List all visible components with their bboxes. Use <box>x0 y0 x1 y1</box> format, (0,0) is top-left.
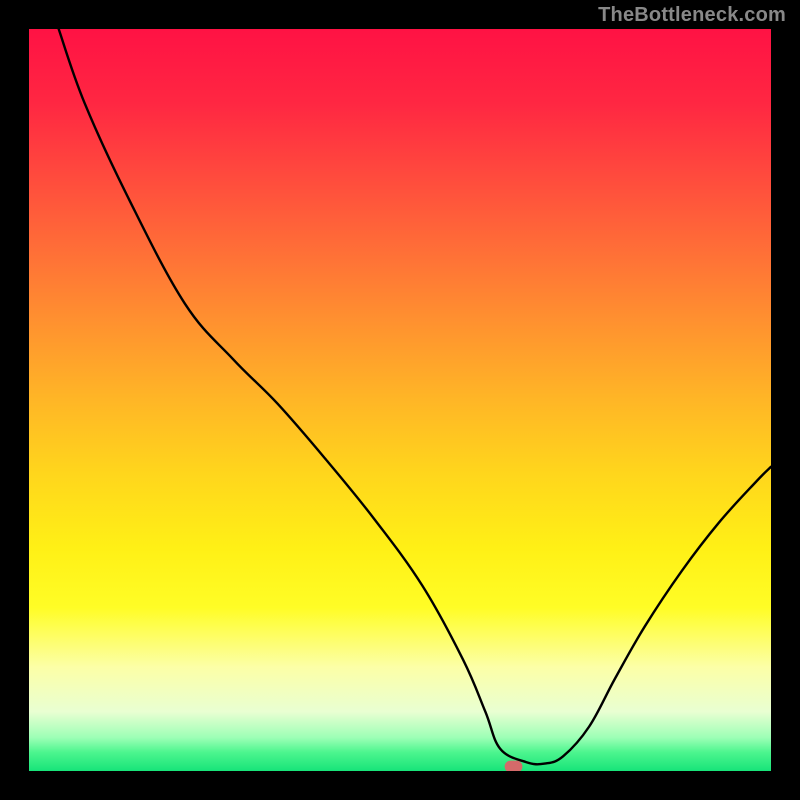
gradient-background <box>29 29 771 771</box>
marker-pill <box>505 761 523 771</box>
bottleneck-plot <box>29 29 771 771</box>
chart-stage: TheBottleneck.com <box>0 0 800 800</box>
watermark-text: TheBottleneck.com <box>598 4 786 27</box>
